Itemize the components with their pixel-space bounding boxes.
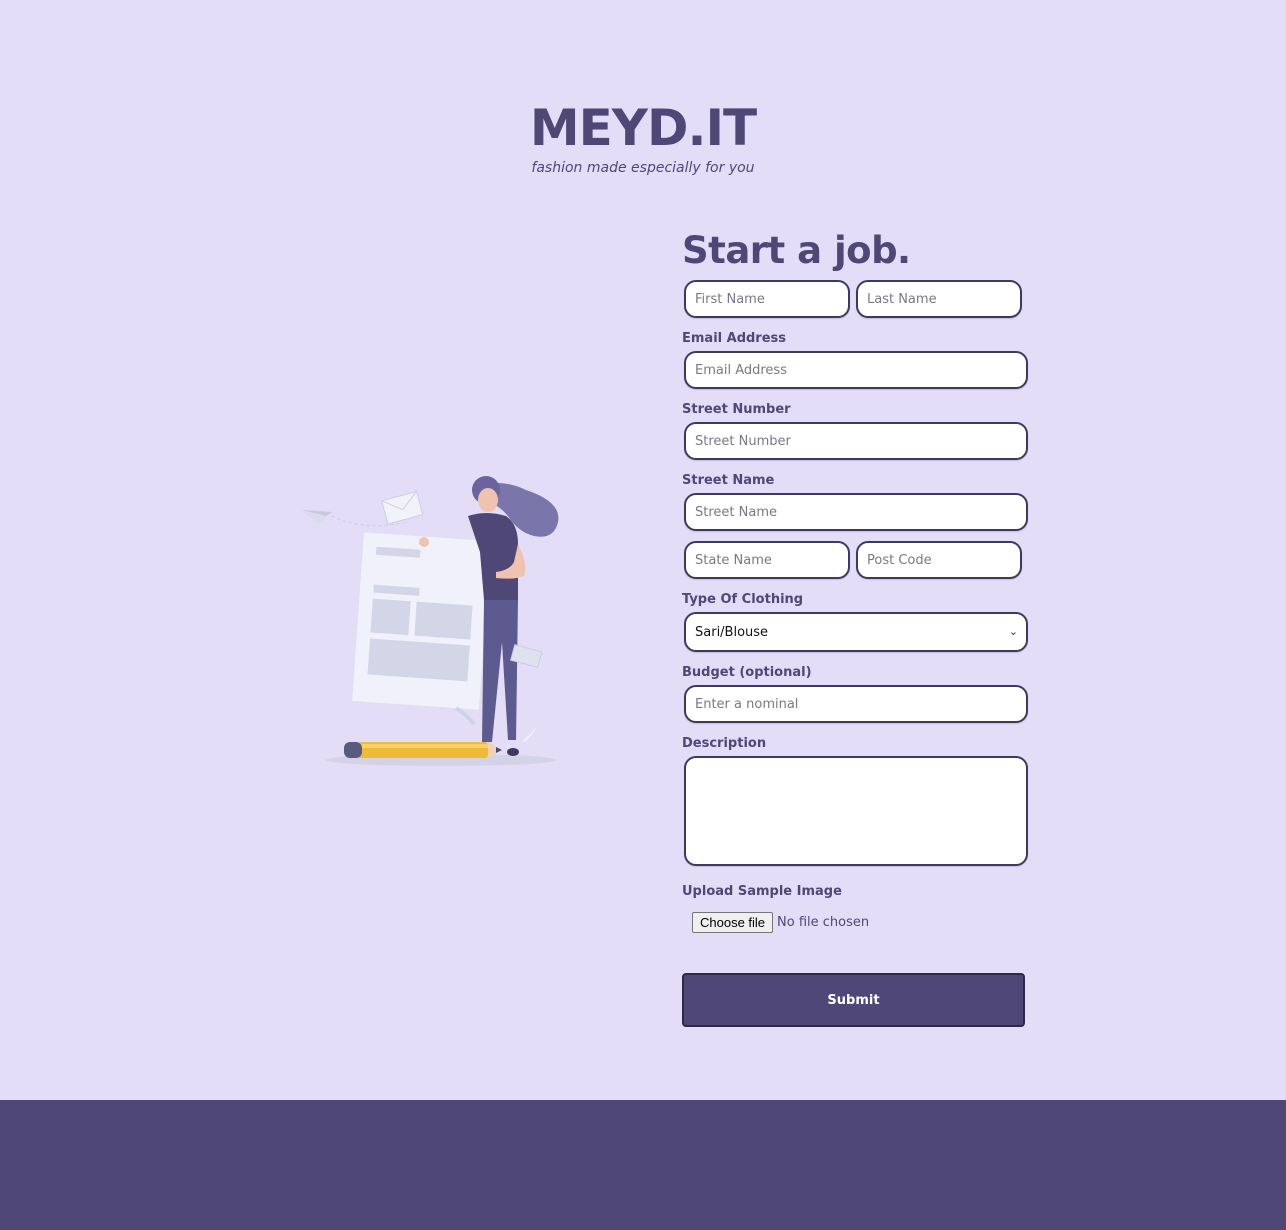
choose-file-button[interactable]: Choose file: [692, 912, 774, 933]
street-number-input[interactable]: [684, 422, 1028, 460]
email-input[interactable]: [684, 351, 1028, 389]
chevron-down-icon: ⌄: [1008, 625, 1018, 638]
last-name-input[interactable]: [856, 280, 1022, 318]
file-upload: Choose file No file chosen: [692, 912, 1032, 933]
brand-title: MEYD.IT: [529, 99, 757, 157]
description-label: Description: [682, 736, 767, 751]
first-name-input[interactable]: [684, 280, 850, 318]
file-status-text: No file chosen: [777, 915, 870, 930]
job-form: Start a job. Email Address Street Number…: [682, 226, 1032, 1027]
form-heading: Start a job.: [682, 229, 911, 272]
upload-label: Upload Sample Image: [682, 884, 842, 899]
street-name-label: Street Name: [682, 473, 775, 488]
budget-label: Budget (optional): [682, 665, 812, 680]
street-name-input[interactable]: [684, 493, 1028, 531]
post-code-input[interactable]: [856, 541, 1022, 579]
woman-with-document-illustration: [296, 472, 566, 772]
clothing-type-value[interactable]: Sari/Blouse: [684, 612, 1028, 652]
description-textarea[interactable]: [684, 756, 1028, 866]
state-name-input[interactable]: [684, 541, 850, 579]
email-label: Email Address: [682, 331, 787, 346]
brand-tagline: fashion made especially for you: [531, 160, 755, 176]
budget-input[interactable]: [684, 685, 1028, 723]
brand-header: MEYD.IT fashion made especially for you: [0, 98, 1286, 176]
clothing-type-select[interactable]: Sari/Blouse ⌄: [684, 612, 1028, 652]
submit-button[interactable]: Submit: [682, 973, 1025, 1027]
street-number-label: Street Number: [682, 402, 791, 417]
footer: [0, 1100, 1286, 1230]
clothing-type-label: Type Of Clothing: [682, 592, 804, 607]
